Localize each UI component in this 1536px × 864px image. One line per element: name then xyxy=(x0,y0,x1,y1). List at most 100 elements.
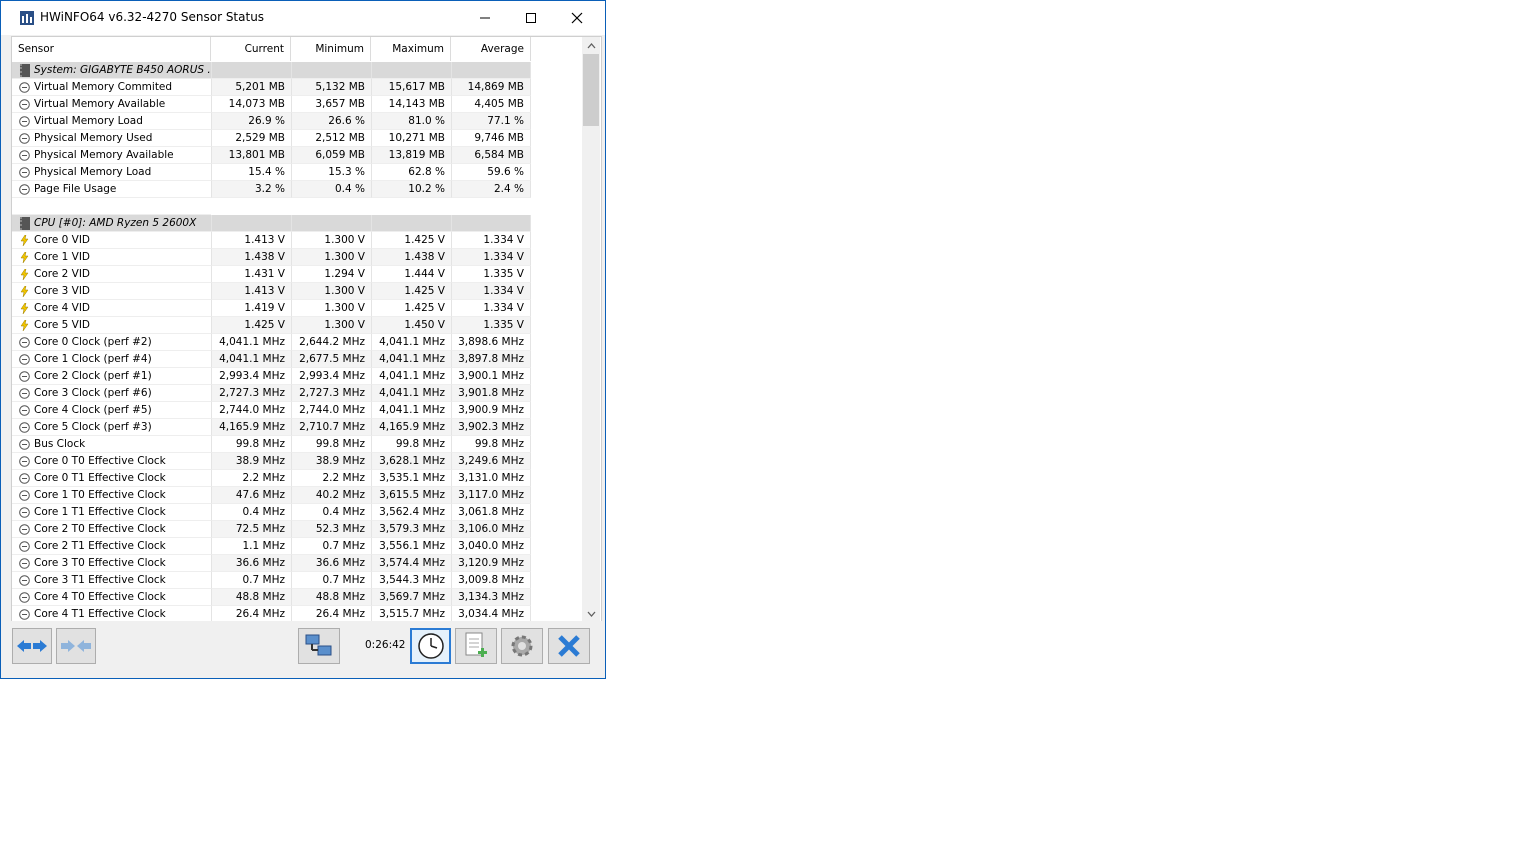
sensor-name: Page File Usage xyxy=(34,183,117,195)
minimize-button[interactable] xyxy=(462,1,508,35)
sensor-row[interactable]: Core 0 Clock (perf #2) 4,041.1 MHz 2,644.2… xyxy=(12,334,582,351)
average-value: 3,134.3 MHz xyxy=(451,589,531,606)
sensor-row[interactable]: Core 2 VID 1.431 V 1.294 V 1.444 V 1.335 V xyxy=(12,266,582,283)
sensor-row[interactable]: Physical Memory Used 2,529 MB 2,512 MB 10,2… xyxy=(12,130,582,147)
settings-button[interactable] xyxy=(501,628,543,664)
scroll-down-button[interactable] xyxy=(582,605,600,622)
group-cell xyxy=(371,62,451,79)
sensor-name-cell: Core 1 T1 Effective Clock xyxy=(12,504,211,521)
sensor-name-cell: Core 2 T0 Effective Clock xyxy=(12,521,211,538)
bottom-toolbar: 0:26:42 xyxy=(1,621,605,678)
sensor-row[interactable]: Virtual Memory Commited 5,201 MB 5,132 MB 1… xyxy=(12,79,582,96)
sensor-name: Physical Memory Used xyxy=(34,132,153,144)
current-value: 15.4 % xyxy=(211,164,291,181)
maximize-button[interactable] xyxy=(508,1,554,35)
column-header-current[interactable]: Current xyxy=(211,37,291,61)
collapse-button[interactable] xyxy=(56,628,96,664)
column-header-sensor[interactable]: Sensor xyxy=(12,37,211,61)
sensor-row[interactable]: Core 2 T0 Effective Clock 72.5 MHz 52.3 MH… xyxy=(12,521,582,538)
scroll-up-button[interactable] xyxy=(582,37,600,54)
close-window-button[interactable] xyxy=(554,1,600,35)
column-header-maximum[interactable]: Maximum xyxy=(371,37,451,61)
average-value: 3,131.0 MHz xyxy=(451,470,531,487)
sensor-row[interactable]: Virtual Memory Load 26.9 % 26.6 % 81.0 % 77.… xyxy=(12,113,582,130)
sensor-row[interactable]: Core 2 Clock (perf #1) 2,993.4 MHz 2,993.4… xyxy=(12,368,582,385)
vertical-scrollbar[interactable] xyxy=(582,37,600,622)
column-header-minimum[interactable]: Minimum xyxy=(291,37,371,61)
minimum-value: 2,710.7 MHz xyxy=(291,419,371,436)
sensor-name: Bus Clock xyxy=(34,438,86,450)
sensor-name-cell: Core 2 T1 Effective Clock xyxy=(12,538,211,555)
sensor-row[interactable]: Core 3 VID 1.413 V 1.300 V 1.425 V 1.334 V xyxy=(12,283,582,300)
sensor-name: Physical Memory Available xyxy=(34,149,174,161)
sensor-row[interactable]: Physical Memory Load 15.4 % 15.3 % 62.8 % 59… xyxy=(12,164,582,181)
sensor-row[interactable]: Core 1 T0 Effective Clock 47.6 MHz 40.2 MH… xyxy=(12,487,582,504)
sensor-row[interactable]: Core 5 VID 1.425 V 1.300 V 1.450 V 1.335 V xyxy=(12,317,582,334)
table-header: Sensor Current Minimum Maximum Average xyxy=(12,37,582,61)
maximum-value: 81.0 % xyxy=(371,113,451,130)
maximum-value: 1.425 V xyxy=(371,300,451,317)
sensor-name-cell: Virtual Memory Available xyxy=(12,96,211,113)
sensor-row[interactable]: Core 2 T1 Effective Clock 1.1 MHz 0.7 MHz 3… xyxy=(12,538,582,555)
sensor-row[interactable]: Physical Memory Available 13,801 MB 6,059 … xyxy=(12,147,582,164)
close-sensors-button[interactable] xyxy=(548,628,590,664)
sensor-name-cell: Core 2 VID xyxy=(12,266,211,283)
current-value: 5,201 MB xyxy=(211,79,291,96)
minimum-value: 1.300 V xyxy=(291,283,371,300)
sensor-row[interactable]: Core 1 Clock (perf #4) 4,041.1 MHz 2,677.5… xyxy=(12,351,582,368)
clock-icon xyxy=(417,633,444,659)
minimum-value: 5,132 MB xyxy=(291,79,371,96)
current-value: 2,993.4 MHz xyxy=(211,368,291,385)
group-cell xyxy=(211,62,291,79)
sensor-gauge-icon xyxy=(19,82,30,93)
sensor-row[interactable]: Core 4 T0 Effective Clock 48.8 MHz 48.8 MH… xyxy=(12,589,582,606)
window-title: HWiNFO64 v6.32-4270 Sensor Status xyxy=(40,10,265,24)
sensor-table[interactable]: Sensor Current Minimum Maximum Average S… xyxy=(11,36,602,623)
average-value: 77.1 % xyxy=(451,113,531,130)
navigate-button[interactable] xyxy=(12,628,52,664)
sensor-name-cell: Core 5 VID xyxy=(12,317,211,334)
chevron-up-icon xyxy=(587,42,595,48)
sensor-row[interactable]: Core 4 VID 1.419 V 1.300 V 1.425 V 1.334 V xyxy=(12,300,582,317)
sensor-row[interactable]: Bus Clock 99.8 MHz 99.8 MHz 99.8 MHz 99.8 MH… xyxy=(12,436,582,453)
scrollbar-thumb[interactable] xyxy=(583,54,599,126)
sensor-row[interactable]: Core 5 Clock (perf #3) 4,165.9 MHz 2,710.7… xyxy=(12,419,582,436)
maximum-value: 14,143 MB xyxy=(371,96,451,113)
sensor-name-cell: Core 1 Clock (perf #4) xyxy=(12,351,211,368)
title-bar[interactable]: HWiNFO64 v6.32-4270 Sensor Status xyxy=(1,1,605,35)
maximum-value: 3,579.3 MHz xyxy=(371,521,451,538)
sensor-row[interactable]: Page File Usage 3.2 % 0.4 % 10.2 % 2.4 % xyxy=(12,181,582,198)
sensor-gauge-icon xyxy=(19,388,30,399)
sensor-group-row[interactable]: System: GIGABYTE B450 AORUS ... xyxy=(12,62,582,79)
timer-reset-button[interactable] xyxy=(410,628,451,664)
current-value: 26.9 % xyxy=(211,113,291,130)
maximum-value: 4,041.1 MHz xyxy=(371,351,451,368)
sensor-name-cell: Core 3 Clock (perf #6) xyxy=(12,385,211,402)
sensor-name-cell: Core 3 VID xyxy=(12,283,211,300)
sensor-row[interactable]: Core 1 T1 Effective Clock 0.4 MHz 0.4 MHz 3… xyxy=(12,504,582,521)
column-header-average[interactable]: Average xyxy=(451,37,531,61)
minimum-value: 3,657 MB xyxy=(291,96,371,113)
sensor-name: Core 3 Clock (perf #6) xyxy=(34,387,152,399)
sensor-row[interactable]: Core 3 Clock (perf #6) 2,727.3 MHz 2,727.3… xyxy=(12,385,582,402)
network-button[interactable] xyxy=(298,628,340,664)
sensor-gauge-icon xyxy=(19,609,30,620)
sensor-name: Core 2 Clock (perf #1) xyxy=(34,370,152,382)
sensor-row[interactable]: Core 3 T1 Effective Clock 0.7 MHz 0.7 MHz 3… xyxy=(12,572,582,589)
sensor-name: Core 2 T1 Effective Clock xyxy=(34,540,166,552)
sensor-name-cell: Core 0 T1 Effective Clock xyxy=(12,470,211,487)
sensor-name: Core 4 T1 Effective Clock xyxy=(34,608,166,620)
sensor-row[interactable]: Core 0 T1 Effective Clock 2.2 MHz 2.2 MHz 3… xyxy=(12,470,582,487)
sensor-row[interactable]: Core 3 T0 Effective Clock 36.6 MHz 36.6 MH… xyxy=(12,555,582,572)
sensor-group-row[interactable]: CPU [#0]: AMD Ryzen 5 2600X xyxy=(12,215,582,232)
sensor-row[interactable]: Core 1 VID 1.438 V 1.300 V 1.438 V 1.334 V xyxy=(12,249,582,266)
sensor-name: Core 0 T1 Effective Clock xyxy=(34,472,166,484)
sensor-row[interactable]: Virtual Memory Available 14,073 MB 3,657 M… xyxy=(12,96,582,113)
average-value: 3,120.9 MHz xyxy=(451,555,531,572)
sensor-row[interactable]: Core 4 Clock (perf #5) 2,744.0 MHz 2,744.0… xyxy=(12,402,582,419)
maximum-value: 1.438 V xyxy=(371,249,451,266)
sensor-row[interactable]: Core 0 T0 Effective Clock 38.9 MHz 38.9 MH… xyxy=(12,453,582,470)
sensor-row[interactable]: Core 0 VID 1.413 V 1.300 V 1.425 V 1.334 V xyxy=(12,232,582,249)
logging-button[interactable] xyxy=(455,628,497,664)
sensor-gauge-icon xyxy=(19,184,30,195)
